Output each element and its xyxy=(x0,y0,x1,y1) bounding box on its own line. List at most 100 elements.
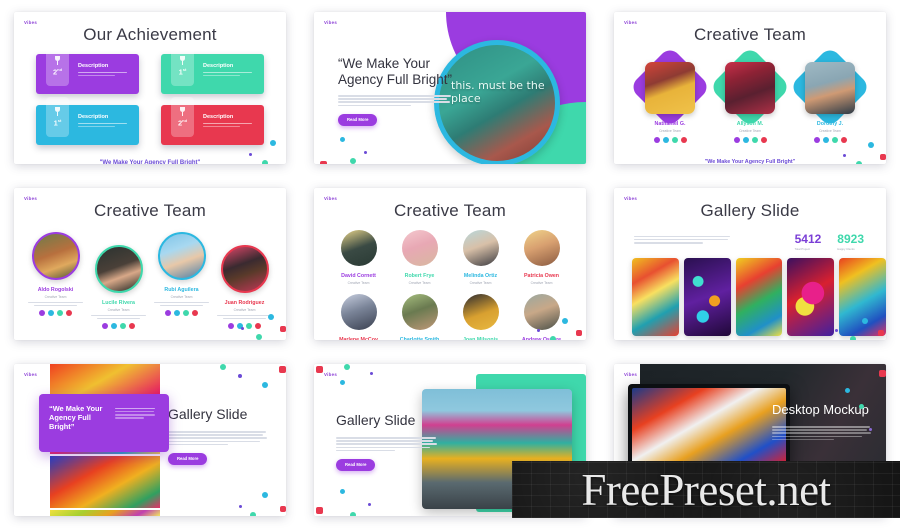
linkedin-icon[interactable] xyxy=(751,136,758,143)
gallery-image[interactable] xyxy=(787,258,835,336)
team-member[interactable]: Joan Milsonis Creative Team xyxy=(453,293,509,341)
text-line xyxy=(168,440,260,443)
social-links[interactable] xyxy=(713,136,787,143)
slide-creative-team-8[interactable]: Vibes Creative Team David Cornett Creati… xyxy=(314,188,586,340)
twitter-icon[interactable] xyxy=(111,323,117,330)
team-member[interactable]: Dorothy J. Creative Team xyxy=(788,45,872,143)
read-more-button[interactable]: Read More xyxy=(168,452,208,465)
gallery-image[interactable] xyxy=(683,258,731,336)
facebook-icon[interactable] xyxy=(733,136,740,143)
instagram-icon[interactable] xyxy=(255,323,261,330)
text-line xyxy=(115,410,154,413)
achievement-card[interactable]: 1st Description xyxy=(161,46,264,94)
text-line xyxy=(203,74,241,77)
team-member[interactable]: Aldo Rogolski Creative Team xyxy=(25,232,87,329)
facebook-icon[interactable] xyxy=(39,310,45,317)
instagram-icon[interactable] xyxy=(66,310,72,317)
slide-creative-team-4[interactable]: Vibes Creative Team Aldo Rogolski Creati… xyxy=(14,188,286,340)
member-role: Creative Team xyxy=(107,307,130,312)
member-name: Melinda Ortiz xyxy=(463,273,498,279)
facebook-icon[interactable] xyxy=(653,136,660,143)
linkedin-icon[interactable] xyxy=(246,323,252,330)
twitter-icon[interactable] xyxy=(48,310,54,317)
twitter-icon[interactable] xyxy=(822,136,829,143)
decor-dot xyxy=(350,158,356,164)
twitter-icon[interactable] xyxy=(174,310,180,317)
instagram-icon[interactable] xyxy=(760,136,767,143)
instagram-icon[interactable] xyxy=(840,136,847,143)
team-member[interactable]: Andrew Ospare Creative Team xyxy=(514,293,570,340)
slide-gallery-quote[interactable]: “We Make Your Agency Full Bright” Vibes … xyxy=(14,364,286,516)
team-member[interactable]: Rubi Aguilera Creative Team xyxy=(151,232,213,329)
achievement-card[interactable]: 2nd Description xyxy=(161,97,264,145)
text-line xyxy=(338,101,451,103)
gallery-image[interactable] xyxy=(632,258,679,336)
facebook-icon[interactable] xyxy=(102,323,108,330)
decor-dot xyxy=(845,388,850,393)
rank-badge: 2nd xyxy=(46,46,69,86)
read-more-button[interactable]: Read More xyxy=(336,458,376,471)
decor-dot xyxy=(550,336,556,340)
facebook-icon[interactable] xyxy=(228,323,234,330)
team-member[interactable]: Patricia Owen Creative Team xyxy=(514,230,570,285)
social-links[interactable] xyxy=(151,310,213,317)
social-links[interactable] xyxy=(793,136,867,143)
achievement-cards: 2nd Description 1st Description 1st Desc… xyxy=(36,46,264,156)
decor-square xyxy=(316,507,323,514)
instagram-icon[interactable] xyxy=(129,323,135,330)
decor-dot xyxy=(256,334,262,340)
instagram-icon[interactable] xyxy=(680,136,687,143)
member-name: Patricia Owen xyxy=(523,273,560,279)
team-member[interactable]: Robert Frye Creative Team xyxy=(392,230,448,285)
team-member[interactable]: Marlene McCoy Creative Team xyxy=(331,293,387,340)
member-role: Creative Team xyxy=(739,128,761,133)
social-links[interactable] xyxy=(633,136,707,143)
avatar xyxy=(645,62,695,114)
text-line xyxy=(336,437,436,439)
quote-text: “We Make Your Agency Full Bright” xyxy=(49,404,103,431)
decor-dot xyxy=(364,151,367,154)
team-member[interactable]: Charlotte Smith Creative Team xyxy=(392,293,448,340)
gallery-image[interactable] xyxy=(50,456,160,508)
linkedin-icon[interactable] xyxy=(831,136,838,143)
social-links[interactable] xyxy=(214,323,276,330)
linkedin-icon[interactable] xyxy=(671,136,678,143)
team-member[interactable]: Juan Rodriguez Creative Team xyxy=(214,245,276,330)
member-bio xyxy=(214,314,276,320)
decor-dot xyxy=(843,154,846,157)
social-links[interactable] xyxy=(25,310,87,317)
read-more-button[interactable]: Read More xyxy=(338,113,378,126)
linkedin-icon[interactable] xyxy=(183,310,189,317)
facebook-icon[interactable] xyxy=(813,136,820,143)
rank-badge: 1st xyxy=(171,46,194,86)
slide-our-achievement[interactable]: Vibes Our Achievement 2nd Description 1s… xyxy=(14,12,286,164)
team-member[interactable]: Lucile Rivera Creative Team xyxy=(88,245,150,330)
achievement-card[interactable]: 2nd Description xyxy=(36,46,139,94)
linkedin-icon[interactable] xyxy=(57,310,63,317)
slide-creative-team-3[interactable]: Vibes Creative Team Nathaniel G. Creativ… xyxy=(614,12,886,164)
mockup-content: Desktop Mockup xyxy=(772,402,872,442)
social-links[interactable] xyxy=(88,323,150,330)
instagram-icon[interactable] xyxy=(192,310,198,317)
slide-hero[interactable]: this. must be the place Vibes “We Make Y… xyxy=(314,12,586,164)
team-member[interactable]: Allyson M. Creative Team xyxy=(708,45,792,143)
avatar xyxy=(462,293,499,330)
gallery-image[interactable] xyxy=(839,258,886,336)
gallery-image[interactable] xyxy=(50,510,160,516)
achievement-card[interactable]: 1st Description xyxy=(36,97,139,145)
member-name: Joan Milsonis xyxy=(462,336,499,341)
team-member[interactable]: Melinda Ortiz Creative Team xyxy=(453,230,509,285)
avatar xyxy=(220,245,269,293)
twitter-icon[interactable] xyxy=(662,136,669,143)
gallery-image[interactable] xyxy=(735,258,783,336)
stat-label: Total Project xyxy=(794,247,810,251)
avatar xyxy=(401,293,438,330)
team-member[interactable]: David Cornett Creative Team xyxy=(331,230,387,285)
decor-square xyxy=(279,366,286,373)
twitter-icon[interactable] xyxy=(742,136,749,143)
facebook-icon[interactable] xyxy=(165,310,171,317)
decor-dot xyxy=(249,153,252,156)
team-member[interactable]: Nathaniel G. Creative Team xyxy=(628,45,712,143)
slide-gallery-grid[interactable]: Vibes Gallery Slide 5412 Total Project 8… xyxy=(614,188,886,340)
linkedin-icon[interactable] xyxy=(120,323,126,330)
